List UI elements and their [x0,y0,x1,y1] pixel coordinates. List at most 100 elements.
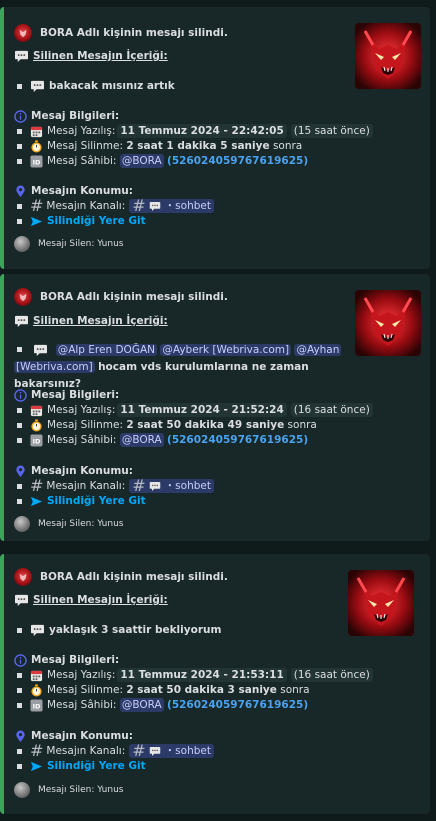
location-pin-icon [14,730,27,743]
embed-author: BORA Adlı kişinin mesajı silindi. [14,24,228,42]
stopwatch-icon [30,684,43,697]
jump-row: Silindiği Yere Git [14,494,146,508]
embed-author: BORA Adlı kişinin mesajı silindi. [14,568,228,586]
id-icon [30,434,43,447]
relative-timestamp[interactable]: (15 saat önce) [290,124,373,138]
jump-row: Silindiği Yere Git [14,214,146,228]
jump-link[interactable]: Silindiği Yere Git [47,214,146,228]
calendar-icon [30,125,43,138]
deleted-content: bakacak mısınız artık [14,79,175,93]
bullet [17,407,22,413]
hash-icon: # [30,476,44,495]
deleted-message-embed: BORA Adlı kişinin mesajı silindi. Siline… [0,7,430,269]
speech-bubble-icon [30,624,45,637]
owner-row: Mesaj Sâhibi: @BORA (526024059767619625) [14,698,308,712]
footer-avatar [14,236,30,252]
message-info-heading: Mesaj Bilgileri: [14,109,119,123]
speech-bubble-icon [33,344,48,357]
embed-author: BORA Adlı kişinin mesajı silindi. [14,288,228,306]
jump-row: Silindiği Yere Git [14,759,146,773]
bullet [17,83,22,89]
bullet [17,483,22,489]
channel-row: # Mesajın Kanalı: # ・ sohbet [14,741,214,760]
hash-icon: # [132,476,146,495]
embed-footer: Mesajı Silen: Yunus [14,516,123,532]
author-avatar-icon [14,288,32,306]
user-mention[interactable]: @Ayhan [294,344,342,356]
bullet [17,687,22,693]
calendar-icon [30,669,43,682]
user-mention[interactable]: [Webriva.com] [14,361,95,373]
deleted-content-heading: Silinen Mesajın İçeriği: [14,49,168,63]
written-timestamp[interactable]: 11 Temmuz 2024 - 22:42:05 [117,124,287,138]
relative-timestamp[interactable]: (16 saat önce) [290,668,373,682]
embed-footer: Mesajı Silen: Yunus [14,236,123,252]
deletion-duration: 2 saat 50 dakika 49 saniye [126,419,285,431]
author-avatar-icon [14,24,32,42]
bullet [17,627,22,633]
footer-avatar [14,516,30,532]
bullet [17,672,22,678]
owner-row: Mesaj Sâhibi: @BORA (526024059767619625) [14,154,308,168]
deletion-row: Mesaj Silinme: 2 saat 50 dakika 3 saniye… [14,683,310,697]
user-id: (526024059767619625) [167,155,309,167]
jump-link[interactable]: Silindiği Yere Git [47,759,146,773]
speech-bubble-icon [14,315,29,328]
hash-icon: # [132,196,146,215]
channel-row: # Mesajın Kanalı: # ・ sohbet [14,196,214,215]
hash-icon: # [30,741,44,760]
speech-bubble-icon [14,50,29,63]
user-mention[interactable]: @Alp Eren DOĞAN [55,344,157,356]
embed-footer: Mesajı Silen: Yunus [14,782,123,798]
footer-text: Mesajı Silen: Yunus [38,519,124,529]
info-icon [14,389,27,402]
deleted-message-log: BORA Adlı kişinin mesajı silindi. Siline… [0,0,436,821]
calendar-icon [30,404,43,417]
deletion-duration: 2 saat 50 dakika 3 saniye [126,684,277,696]
hash-icon: # [30,196,44,215]
embed-thumbnail[interactable] [355,290,421,356]
deletion-row: Mesaj Silinme: 2 saat 1 dakika 5 saniye … [14,139,302,153]
author-text: BORA Adlı kişinin mesajı silindi. [40,291,228,303]
user-mention[interactable]: @BORA [119,154,164,168]
footer-avatar [14,782,30,798]
channel-mention[interactable]: # ・ sohbet [129,196,214,215]
written-timestamp[interactable]: 11 Temmuz 2024 - 21:52:24 [117,403,287,417]
deleted-message-embed: BORA Adlı kişinin mesajı silindi. Siline… [0,554,430,814]
author-avatar-icon [14,568,32,586]
author-text: BORA Adlı kişinin mesajı silindi. [40,571,228,583]
deleted-message-embed: BORA Adlı kişinin mesajı silindi. Siline… [0,274,430,541]
deleted-content: yaklaşık 3 saattir bekliyorum [14,623,221,637]
author-text: BORA Adlı kişinin mesajı silindi. [40,27,228,39]
jump-link[interactable]: Silindiği Yere Git [47,494,146,508]
speech-bubble-icon [149,201,161,212]
channel-mention[interactable]: # ・ sohbet [129,476,214,495]
bullet [17,346,22,352]
user-mention[interactable]: @Ayberk [Webriva.com] [160,344,292,356]
content-text: bakacak mısınız artık [49,80,175,92]
bullet [17,437,22,443]
written-row: Mesaj Yazılış: 11 Temmuz 2024 - 21:52:24… [14,403,375,417]
bullet [17,702,22,708]
bullet [17,218,22,224]
user-mention[interactable]: @BORA [119,433,164,447]
id-icon [30,699,43,712]
bullet [17,422,22,428]
bullet [17,498,22,504]
deleted-content: @Alp Eren DOĞAN @Ayberk [Webriva.com] @A… [14,342,344,393]
send-arrow-icon [30,760,43,773]
embed-thumbnail[interactable] [355,23,421,89]
message-info-heading: Mesaj Bilgileri: [14,388,119,402]
channel-mention[interactable]: # ・ sohbet [129,743,214,759]
user-mention[interactable]: @BORA [119,698,164,712]
written-timestamp[interactable]: 11 Temmuz 2024 - 21:53:11 [117,668,287,682]
owner-row: Mesaj Sâhibi: @BORA (526024059767619625) [14,433,308,447]
send-arrow-icon [30,495,43,508]
speech-bubble-icon [14,594,29,607]
embed-thumbnail[interactable] [348,570,414,636]
relative-timestamp[interactable]: (16 saat önce) [290,403,373,417]
speech-bubble-icon [149,481,161,492]
footer-text: Mesajı Silen: Yunus [38,785,124,795]
deletion-duration: 2 saat 1 dakika 5 saniye [126,140,270,152]
speech-bubble-icon [149,746,161,757]
